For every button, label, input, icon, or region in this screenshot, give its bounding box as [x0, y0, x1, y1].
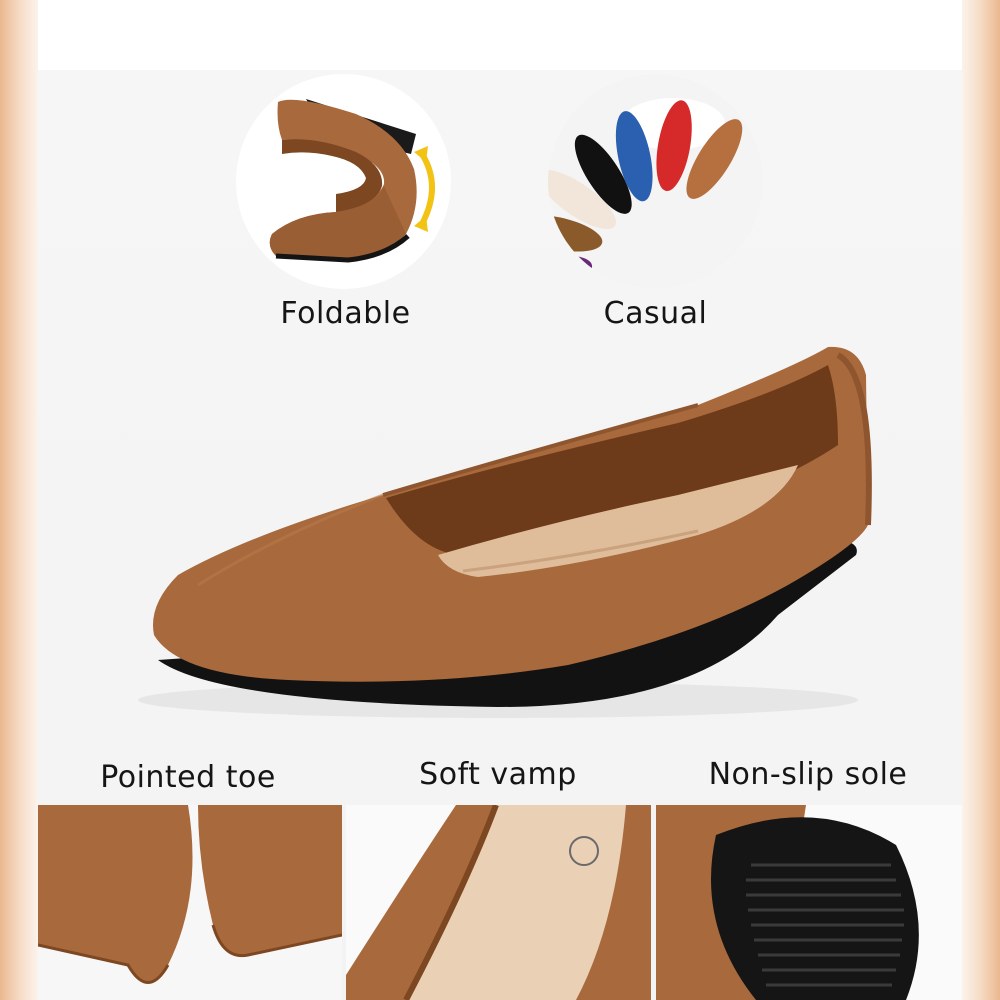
pointed-toe-closeup	[38, 805, 342, 1000]
foldable-label: Foldable	[280, 296, 411, 331]
main-flat-shoe-image	[138, 335, 878, 725]
non-slip-sole-closeup	[656, 805, 962, 1000]
soft-vamp-label: Soft vamp	[419, 757, 577, 792]
casual-shoes-photo	[548, 74, 763, 289]
foldable-shoe-photo	[236, 74, 451, 289]
pointed-toe-label: Pointed toe	[100, 760, 276, 795]
casual-label: Casual	[603, 296, 708, 331]
product-feature-image: Foldable Casual Pointed toe Soft vamp No…	[38, 0, 962, 1000]
soft-vamp-closeup	[346, 805, 651, 1000]
non-slip-sole-label: Non-slip sole	[708, 757, 908, 792]
